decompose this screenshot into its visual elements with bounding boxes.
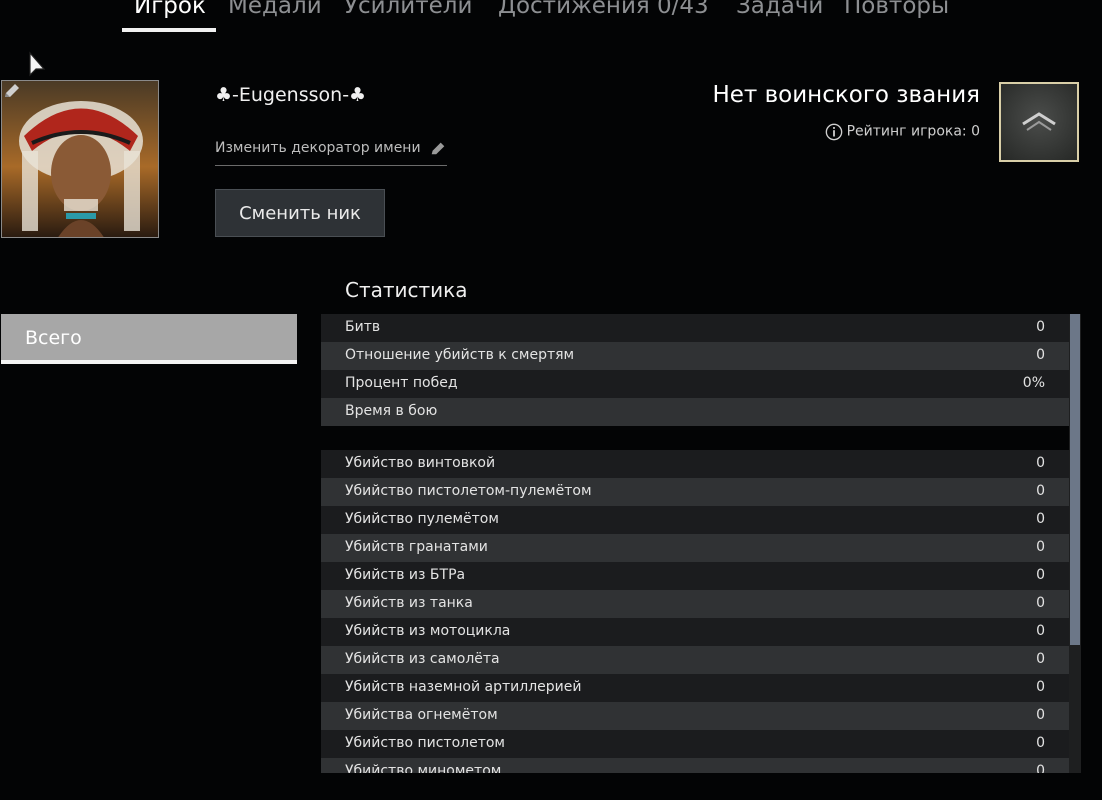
stats-category-total[interactable]: Всего: [1, 314, 297, 364]
table-row: Убийства огнемётом 0: [321, 702, 1069, 730]
row-value: 0: [1036, 707, 1045, 723]
table-row: Убийство пистолетом 0: [321, 730, 1069, 758]
table-row: Убийство минометом 0: [321, 758, 1069, 773]
row-value: 0: [1036, 347, 1045, 363]
row-value: 0%: [1022, 375, 1045, 391]
table-row: Убийств гранатами 0: [321, 534, 1069, 562]
avatar-portrait-image: [19, 101, 143, 237]
tab-achievements[interactable]: Достижения 0/43: [498, 0, 709, 22]
row-label: Убийств из БТРа: [345, 567, 466, 583]
row-label: Убийств из мотоцикла: [345, 623, 511, 639]
table-row: Убийство пулемётом 0: [321, 506, 1069, 534]
row-value: 0: [1036, 539, 1045, 555]
table-row: Убийств из самолёта 0: [321, 646, 1069, 674]
row-label: Убийств гранатами: [345, 539, 488, 555]
table-row: Отношение убийств к смертям 0: [321, 342, 1069, 370]
stats-table: Битв 0 Отношение убийств к смертям 0 Про…: [321, 314, 1069, 773]
row-label: Убийство пистолетом: [345, 735, 505, 751]
stats-title: Статистика: [345, 278, 468, 302]
category-label: Всего: [25, 327, 82, 349]
row-label: Убийств из танка: [345, 595, 473, 611]
change-name-decorator-field[interactable]: Изменить декоратор имени: [215, 136, 447, 166]
top-tabs: Игрок Медали Усилители Достижения 0/43 З…: [0, 0, 1102, 34]
change-nick-button[interactable]: Сменить ник: [215, 189, 385, 237]
row-value: 0: [1036, 679, 1045, 695]
pencil-icon[interactable]: [2, 81, 22, 101]
row-value: 0: [1036, 483, 1045, 499]
row-value: 0: [1036, 455, 1045, 471]
rank-badge[interactable]: [999, 82, 1079, 162]
row-label: Убийства огнемётом: [345, 707, 498, 723]
row-label: Отношение убийств к смертям: [345, 347, 575, 363]
row-value: 0: [1036, 623, 1045, 639]
row-label: Битв: [345, 319, 381, 335]
table-row: Убийств из танка 0: [321, 590, 1069, 618]
row-label: Убийств наземной артиллерией: [345, 679, 582, 695]
row-label: Убийство пулемётом: [345, 511, 499, 527]
row-value: 0: [1036, 595, 1045, 611]
active-tab-indicator: [122, 28, 216, 32]
rank-title: Нет воинского звания: [712, 82, 980, 108]
table-row: Убийство винтовкой 0: [321, 450, 1069, 478]
info-icon[interactable]: [825, 123, 843, 141]
tab-player[interactable]: Игрок: [134, 0, 206, 22]
row-value: 0: [1036, 651, 1045, 667]
table-row: Битв 0: [321, 314, 1069, 342]
row-value: 0: [1036, 735, 1045, 751]
table-row: Время в бою: [321, 398, 1069, 426]
table-row: Убийств из мотоцикла 0: [321, 618, 1069, 646]
decorator-label: Изменить декоратор имени: [215, 140, 421, 156]
row-label: Время в бою: [345, 403, 438, 419]
row-label: Убийство пистолетом-пулемётом: [345, 483, 592, 499]
row-spacer: [321, 426, 1069, 450]
rating-label: Рейтинг игрока: 0: [846, 123, 980, 140]
chevron-up-icon: [1022, 112, 1056, 131]
row-value: 0: [1036, 567, 1045, 583]
mouse-cursor-icon: [29, 51, 46, 77]
table-row: Убийств наземной артиллерией 0: [321, 674, 1069, 702]
row-label: Убийство минометом: [345, 763, 502, 773]
table-row: Убийство пистолетом-пулемётом 0: [321, 478, 1069, 506]
tab-tasks[interactable]: Задачи: [736, 0, 823, 22]
tab-boosters[interactable]: Усилители: [344, 0, 472, 22]
player-avatar[interactable]: [1, 80, 159, 238]
row-value: 0: [1036, 511, 1045, 527]
table-row: Убийств из БТРа 0: [321, 562, 1069, 590]
stats-scrollbar[interactable]: [1069, 314, 1081, 773]
row-value: 0: [1036, 763, 1045, 773]
table-row: Процент побед 0%: [321, 370, 1069, 398]
tab-medals[interactable]: Медали: [228, 0, 322, 22]
pencil-icon[interactable]: [429, 139, 447, 157]
scrollbar-thumb[interactable]: [1070, 314, 1080, 645]
row-label: Убийство винтовкой: [345, 455, 496, 471]
row-label: Процент побед: [345, 375, 458, 391]
player-name: ♣-Eugensson-♣: [215, 84, 367, 106]
row-value: 0: [1036, 319, 1045, 335]
player-rating: Рейтинг игрока: 0: [825, 121, 980, 141]
row-label: Убийств из самолёта: [345, 651, 500, 667]
tab-replays[interactable]: Повторы: [844, 0, 949, 22]
